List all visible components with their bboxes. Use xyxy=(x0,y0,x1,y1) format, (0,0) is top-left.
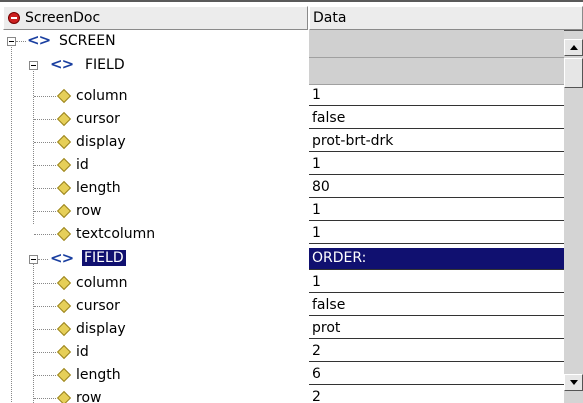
data-cell[interactable]: prot xyxy=(309,318,564,339)
attribute-diamond-icon xyxy=(56,321,72,337)
tree-row-attribute[interactable]: row xyxy=(3,200,309,223)
tree-connector xyxy=(34,188,56,189)
attribute-diamond-icon xyxy=(56,157,72,173)
tree-connector xyxy=(34,283,56,284)
tree-connector xyxy=(38,259,48,260)
tree-row-field-selected[interactable]: <> FIELD xyxy=(3,248,309,271)
tree-pane: <> SCREEN <> FIELD column cursor display xyxy=(3,30,309,403)
data-cell[interactable]: prot-brt-drk xyxy=(309,131,564,152)
tree-node-label[interactable]: SCREEN xyxy=(59,33,116,49)
tree-node-label[interactable]: length xyxy=(76,367,121,383)
tree-node-label[interactable]: row xyxy=(76,390,101,403)
tree-connector xyxy=(16,41,26,42)
attribute-diamond-icon xyxy=(56,226,72,242)
scrollbar-top-edge xyxy=(564,30,583,31)
attribute-diamond-icon xyxy=(56,367,72,383)
scroll-down-button[interactable] xyxy=(564,374,583,391)
tree-row-attribute[interactable]: id xyxy=(3,341,309,364)
tree-row-attribute[interactable]: column xyxy=(3,85,309,108)
tree-node-label[interactable]: column xyxy=(76,88,128,104)
tree-node-label[interactable]: row xyxy=(76,203,101,219)
tree-node-label[interactable]: cursor xyxy=(76,111,120,127)
tree-connector xyxy=(34,234,56,235)
column-header-data[interactable]: Data xyxy=(309,6,583,30)
column-header-label: Data xyxy=(313,10,347,26)
data-cell[interactable]: 1 xyxy=(309,272,564,293)
tree-row-attribute[interactable]: cursor xyxy=(3,295,309,318)
tree-node-label[interactable]: id xyxy=(76,157,89,173)
screendoc-tree-table: ScreenDoc Data <> SCREEN <> FIELD column xyxy=(0,0,583,403)
attribute-diamond-icon xyxy=(56,390,72,403)
tree-row-attribute[interactable]: length xyxy=(3,177,309,200)
tree-node-label-selected[interactable]: FIELD xyxy=(82,250,126,266)
tree-row-attribute[interactable]: id xyxy=(3,154,309,177)
column-header-label: ScreenDoc xyxy=(25,10,101,26)
tree-row-attribute[interactable]: column xyxy=(3,272,309,295)
data-cell[interactable]: 80 xyxy=(309,177,564,198)
tree-row-attribute[interactable]: display xyxy=(3,131,309,154)
data-pane: 1 false prot-brt-drk 1 80 1 1 ORDER: 1 f… xyxy=(309,30,564,403)
collapse-toggle-icon[interactable] xyxy=(29,61,38,70)
element-tag-icon: <> xyxy=(27,31,51,49)
element-tag-icon: <> xyxy=(50,55,74,73)
tree-row-screen[interactable]: <> SCREEN xyxy=(3,30,309,53)
tree-node-label[interactable]: textcolumn xyxy=(76,226,155,242)
attribute-diamond-icon xyxy=(56,298,72,314)
data-cell[interactable]: false xyxy=(309,295,564,316)
tree-connector xyxy=(34,96,56,97)
collapse-toggle-icon[interactable] xyxy=(7,37,16,46)
data-cell[interactable]: false xyxy=(309,108,564,129)
data-cell[interactable]: 1 xyxy=(309,200,564,221)
data-cell[interactable]: 1 xyxy=(309,154,564,175)
tree-connector xyxy=(34,329,56,330)
tree-node-label[interactable]: column xyxy=(76,275,128,291)
top-border xyxy=(0,0,583,2)
data-cell[interactable]: 1 xyxy=(309,223,564,244)
tree-connector xyxy=(34,306,56,307)
tree-row-attribute[interactable]: display xyxy=(3,318,309,341)
tree-node-label[interactable]: id xyxy=(76,344,89,360)
collapse-toggle-icon[interactable] xyxy=(29,255,38,264)
data-cell[interactable] xyxy=(309,58,564,85)
tree-node-label[interactable]: length xyxy=(76,180,121,196)
tree-node-label[interactable]: cursor xyxy=(76,298,120,314)
arrow-down-icon xyxy=(570,380,578,385)
data-cell[interactable]: 6 xyxy=(309,364,564,385)
data-cell[interactable]: 1 xyxy=(309,85,564,106)
tree-row-attribute[interactable]: cursor xyxy=(3,108,309,131)
tree-connector xyxy=(34,142,56,143)
tree-connector xyxy=(34,352,56,353)
tree-connector xyxy=(34,211,56,212)
attribute-diamond-icon xyxy=(56,180,72,196)
data-cell[interactable]: 2 xyxy=(309,341,564,362)
collapse-all-icon[interactable] xyxy=(8,12,20,24)
attribute-diamond-icon xyxy=(56,88,72,104)
attribute-diamond-icon xyxy=(56,111,72,127)
element-tag-icon: <> xyxy=(50,249,74,267)
tree-node-label[interactable]: FIELD xyxy=(85,57,125,73)
tree-connector xyxy=(34,165,56,166)
data-cell-selected[interactable]: ORDER: xyxy=(309,248,564,270)
tree-node-label[interactable]: display xyxy=(76,321,126,337)
vertical-scrollbar[interactable] xyxy=(564,30,583,403)
data-cell[interactable]: 2 xyxy=(309,387,564,403)
arrow-up-icon xyxy=(570,45,578,50)
data-cell[interactable] xyxy=(309,30,564,58)
tree-node-label[interactable]: display xyxy=(76,134,126,150)
attribute-diamond-icon xyxy=(56,203,72,219)
scroll-up-button[interactable] xyxy=(564,39,583,56)
tree-connector xyxy=(34,375,56,376)
tree-row-attribute[interactable]: textcolumn xyxy=(3,223,309,246)
attribute-diamond-icon xyxy=(56,344,72,360)
tree-row-field[interactable]: <> FIELD xyxy=(3,53,309,76)
scrollbar-thumb[interactable] xyxy=(564,58,583,88)
column-header-screendoc[interactable]: ScreenDoc xyxy=(3,6,308,30)
tree-row-attribute[interactable]: row xyxy=(3,387,309,403)
attribute-diamond-icon xyxy=(56,275,72,291)
tree-connector xyxy=(34,398,56,399)
attribute-diamond-icon xyxy=(56,134,72,150)
tree-row-attribute[interactable]: length xyxy=(3,364,309,387)
tree-connector xyxy=(34,119,56,120)
